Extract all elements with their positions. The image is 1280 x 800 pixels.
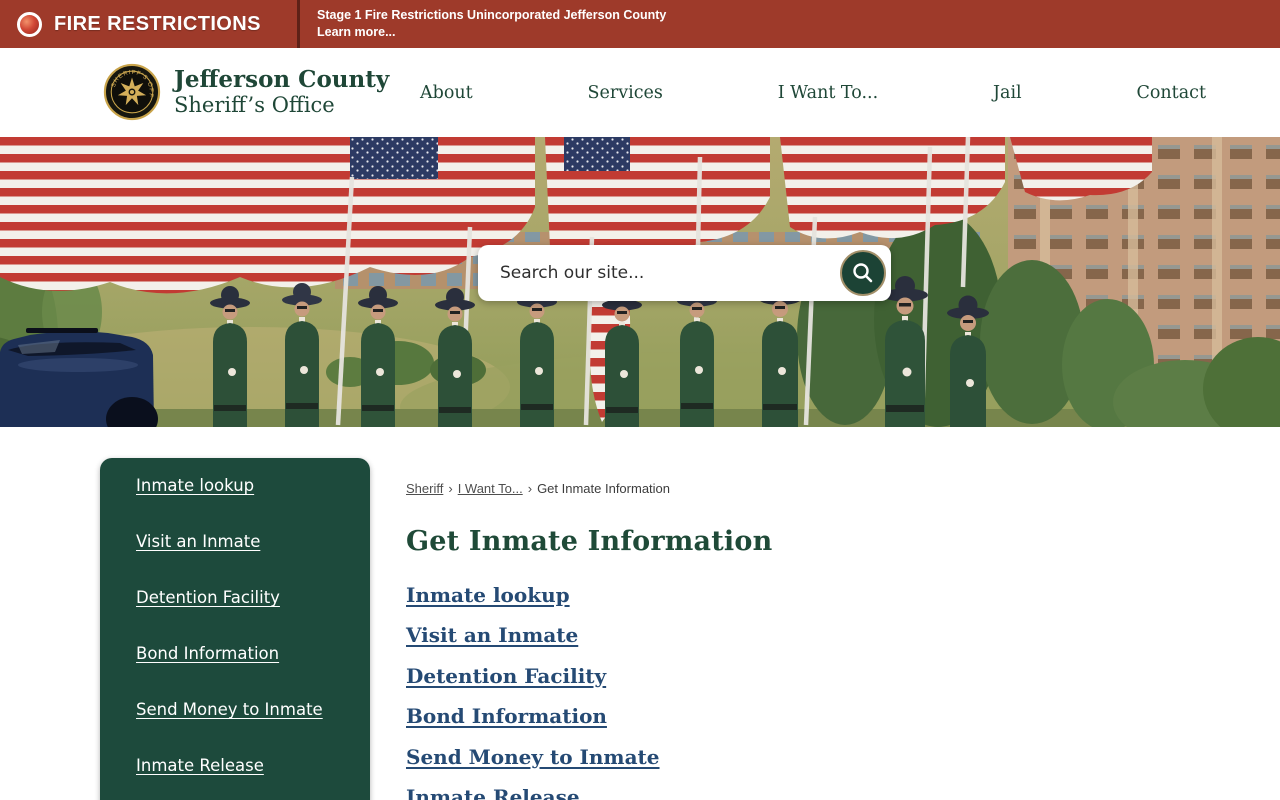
brand[interactable]: SHERIFF'S OFFICE Jefferson County Sherif… <box>103 63 389 121</box>
org-name: Jefferson County Sheriff’s Office <box>174 66 390 117</box>
nav-item-contact[interactable]: Contact <box>1136 83 1206 103</box>
sheriff-badge-logo-icon: SHERIFF'S OFFICE <box>103 63 161 121</box>
link-inmate-lookup[interactable]: Inmate lookup <box>406 584 1006 607</box>
alert-banner-left[interactable]: FIRE RESTRICTIONS <box>0 0 300 48</box>
site-header: SHERIFF'S OFFICE Jefferson County Sherif… <box>0 48 1280 137</box>
police-suv <box>0 328 158 427</box>
breadcrumb-link-i-want-to[interactable]: I Want To... <box>458 481 523 496</box>
page-title: Get Inmate Information <box>406 526 773 557</box>
sidebar-item-detention-facility[interactable]: Detention Facility <box>136 588 350 607</box>
breadcrumb-separator: › <box>448 481 453 496</box>
breadcrumb-separator: › <box>527 481 533 496</box>
sidebar-menu: Inmate lookup Visit an Inmate Detention … <box>100 458 370 800</box>
sidebar-item-bond-information[interactable]: Bond Information <box>136 644 350 663</box>
link-send-money[interactable]: Send Money to Inmate <box>406 745 1006 768</box>
fire-alert-icon <box>17 11 42 37</box>
nav-item-jail[interactable]: Jail <box>993 83 1022 103</box>
alert-banner: FIRE RESTRICTIONS Stage 1 Fire Restricti… <box>0 0 1280 48</box>
search-input[interactable] <box>478 245 891 301</box>
link-visit-an-inmate[interactable]: Visit an Inmate <box>406 624 1006 647</box>
sidebar-item-inmate-release[interactable]: Inmate Release <box>136 756 350 775</box>
search-icon <box>853 263 873 283</box>
main-column: Sheriff › I Want To... › Get Inmate Info… <box>406 427 1006 800</box>
sidebar-item-visit-an-inmate[interactable]: Visit an Inmate <box>136 532 350 551</box>
breadcrumb-link-sheriff[interactable]: Sheriff <box>406 481 443 496</box>
sidebar-item-send-money[interactable]: Send Money to Inmate <box>136 700 350 719</box>
nav-item-services[interactable]: Services <box>588 83 663 103</box>
breadcrumb-current-page: Get Inmate Information <box>537 481 671 496</box>
alert-banner-message: Stage 1 Fire Restrictions Unincorporated… <box>300 0 666 48</box>
alert-learn-more-link[interactable]: Learn more... <box>317 24 666 41</box>
main-nav: About Services I Want To... Jail Contact <box>420 48 1206 137</box>
page: FIRE RESTRICTIONS Stage 1 Fire Restricti… <box>0 0 1280 800</box>
nav-item-about[interactable]: About <box>420 83 473 103</box>
site-search <box>478 245 891 301</box>
link-bond-information[interactable]: Bond Information <box>406 705 1006 728</box>
breadcrumb: Sheriff › I Want To... › Get Inmate Info… <box>406 481 1006 496</box>
alert-message-text: Stage 1 Fire Restrictions Unincorporated… <box>317 8 667 22</box>
inmate-info-links: Inmate lookup Visit an Inmate Detention … <box>406 584 1006 800</box>
org-name-line1: Jefferson County <box>174 66 390 94</box>
hero-section <box>0 137 1280 427</box>
alert-title: FIRE RESTRICTIONS <box>54 12 261 35</box>
search-button[interactable] <box>840 250 886 296</box>
link-detention-facility[interactable]: Detention Facility <box>406 664 1006 687</box>
link-inmate-release[interactable]: Inmate Release <box>406 786 1006 800</box>
nav-item-i-want-to[interactable]: I Want To... <box>778 83 878 103</box>
org-name-line2: Sheriff’s Office <box>174 92 335 117</box>
sidebar-item-inmate-lookup[interactable]: Inmate lookup <box>136 476 350 495</box>
content-area: Inmate lookup Visit an Inmate Detention … <box>0 427 1280 800</box>
